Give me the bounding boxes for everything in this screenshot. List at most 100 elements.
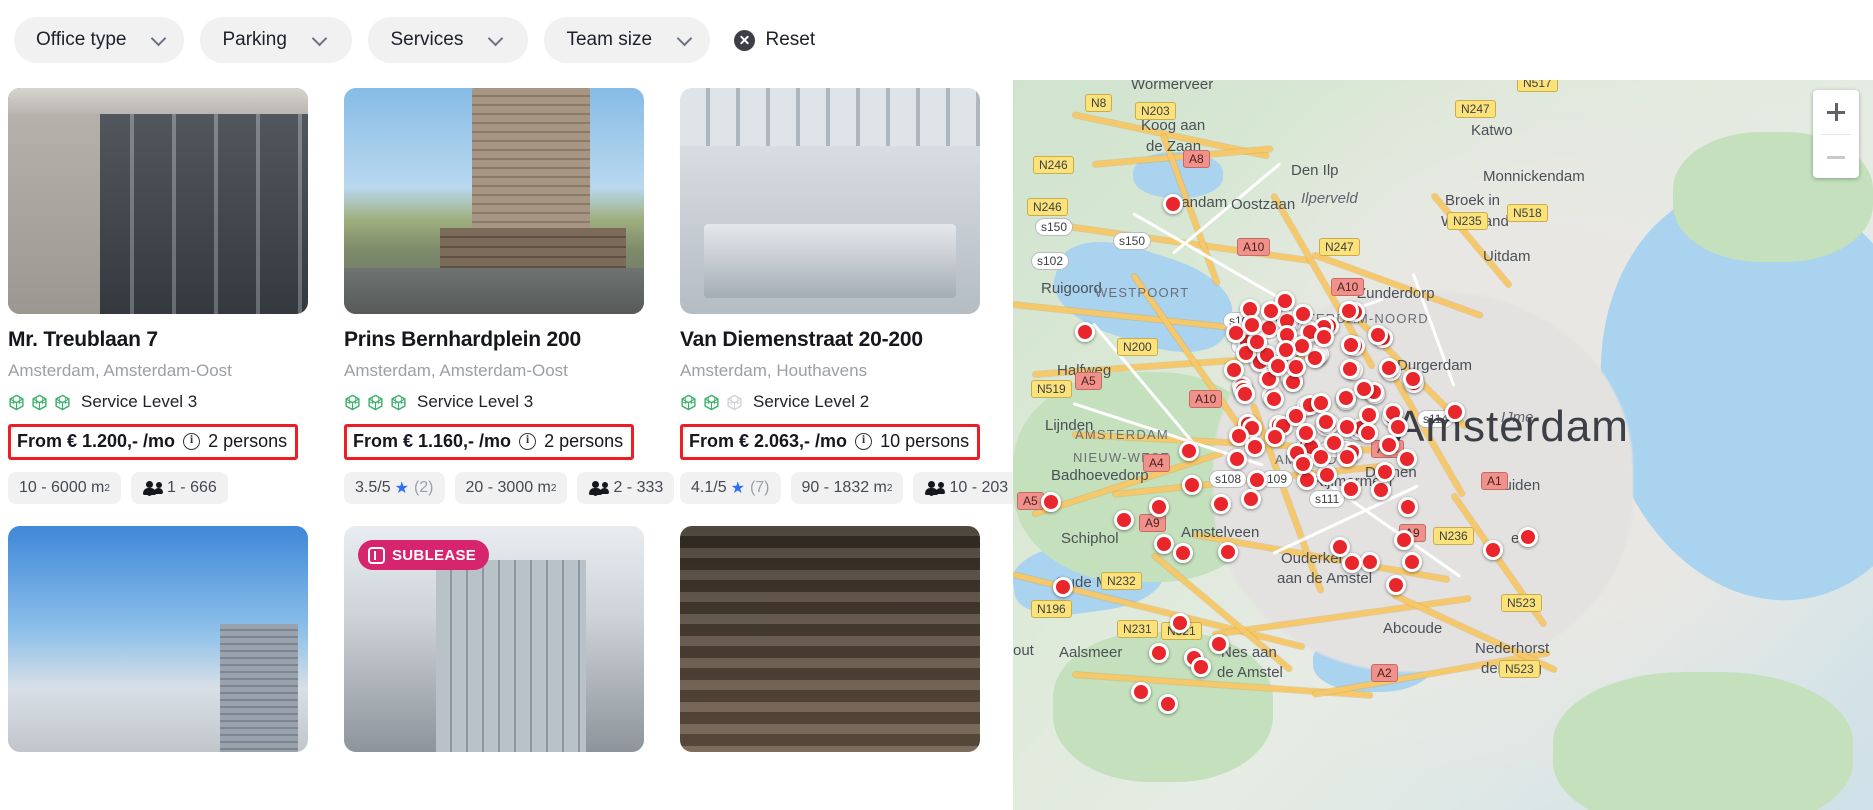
filter-team-size-label: Team size bbox=[566, 29, 653, 50]
service-level-row: Service Level 3 bbox=[344, 392, 644, 412]
map-marker[interactable] bbox=[1149, 496, 1170, 517]
map-marker[interactable] bbox=[1242, 315, 1263, 336]
map-place-label: out bbox=[1013, 642, 1034, 659]
area-chip: 20 - 3000 m2 bbox=[454, 472, 568, 504]
map-zoom-out-button[interactable] bbox=[1813, 135, 1859, 179]
map-marker[interactable] bbox=[1075, 322, 1095, 342]
map-marker[interactable] bbox=[1240, 488, 1261, 509]
map-marker[interactable] bbox=[1311, 392, 1332, 413]
listing-photo[interactable] bbox=[680, 88, 980, 314]
map-road-shield: N200 bbox=[1117, 338, 1158, 356]
map-marker[interactable] bbox=[1261, 300, 1282, 321]
listing-title[interactable]: Van Diemenstraat 20-200 bbox=[680, 328, 980, 352]
filter-office-type[interactable]: Office type bbox=[14, 17, 185, 63]
map-marker[interactable] bbox=[1385, 575, 1406, 596]
map-marker[interactable] bbox=[1341, 553, 1362, 574]
capacity-chip: 10 - 203 bbox=[913, 472, 1013, 504]
map-marker[interactable] bbox=[1245, 436, 1266, 457]
map-marker[interactable] bbox=[1358, 422, 1379, 443]
map-marker[interactable] bbox=[1209, 633, 1230, 654]
map-marker[interactable] bbox=[1292, 303, 1313, 324]
photo-detail bbox=[344, 268, 644, 314]
map-marker[interactable] bbox=[1401, 552, 1422, 573]
map-marker[interactable] bbox=[1339, 300, 1359, 321]
listing-card[interactable]: Mr. Treublaan 7 Amsterdam, Amsterdam-Oost… bbox=[8, 88, 308, 504]
map-road-shield: N196 bbox=[1031, 600, 1072, 618]
map-marker[interactable] bbox=[1358, 404, 1379, 425]
info-icon[interactable] bbox=[519, 432, 537, 450]
map-place-label: Ruigoord bbox=[1041, 280, 1102, 297]
people-icon bbox=[924, 481, 946, 495]
map-marker[interactable] bbox=[1211, 493, 1232, 514]
map-marker[interactable] bbox=[1041, 492, 1061, 512]
map-place-label: Badhoevedorp bbox=[1051, 467, 1149, 484]
map-marker[interactable] bbox=[1335, 387, 1356, 408]
map-road-shield: N247 bbox=[1319, 238, 1360, 256]
filter-parking[interactable]: Parking bbox=[200, 17, 353, 63]
filter-bar: Office type Parking Services Team size R… bbox=[0, 0, 1873, 80]
map-road-shield: s102 bbox=[1031, 252, 1070, 270]
listing-price: From € 1.200,- /mo bbox=[17, 431, 176, 451]
map-marker[interactable] bbox=[1178, 440, 1199, 461]
info-icon[interactable] bbox=[183, 432, 201, 450]
rating-chip: 3.5/5 ★ (2) bbox=[344, 472, 445, 504]
map-marker[interactable] bbox=[1339, 359, 1360, 380]
map-road-shield: N247 bbox=[1455, 100, 1496, 118]
map-marker[interactable] bbox=[1341, 479, 1362, 499]
map-marker[interactable] bbox=[1234, 383, 1255, 404]
map-marker[interactable] bbox=[1247, 469, 1268, 490]
listing-title[interactable]: Prins Bernhardplein 200 bbox=[344, 328, 644, 352]
map-marker[interactable] bbox=[1445, 402, 1465, 422]
map-marker[interactable] bbox=[1360, 551, 1381, 572]
map-marker[interactable] bbox=[1374, 461, 1395, 482]
map-marker[interactable] bbox=[1158, 694, 1178, 714]
reset-filters-button[interactable]: Reset bbox=[734, 29, 815, 51]
map-marker[interactable] bbox=[1324, 432, 1345, 453]
listing-photo[interactable]: SUBLEASE bbox=[344, 526, 644, 752]
listing-photo[interactable] bbox=[8, 526, 308, 752]
map-marker[interactable] bbox=[1292, 453, 1313, 474]
map-marker[interactable] bbox=[1518, 527, 1538, 547]
map-marker[interactable] bbox=[1191, 657, 1211, 677]
map-marker[interactable] bbox=[1483, 540, 1503, 560]
service-level-label: Service Level 3 bbox=[81, 392, 198, 411]
map-panel[interactable]: Wormerveer Koog aan de Zaan Den Ilp Monnicke… bbox=[1013, 72, 1873, 810]
listing-card[interactable] bbox=[8, 526, 308, 752]
map-marker[interactable] bbox=[1131, 682, 1151, 702]
map-marker[interactable] bbox=[1264, 388, 1285, 409]
map-marker[interactable] bbox=[1163, 194, 1183, 214]
listing-photo[interactable] bbox=[8, 88, 308, 314]
map-zoom-in-button[interactable] bbox=[1813, 90, 1859, 134]
listing-card[interactable] bbox=[680, 526, 980, 752]
filter-team-size[interactable]: Team size bbox=[544, 17, 711, 63]
listing-card[interactable]: Prins Bernhardplein 200 Amsterdam, Amster… bbox=[344, 88, 675, 504]
info-icon[interactable] bbox=[855, 432, 873, 450]
results-panel[interactable]: Mr. Treublaan 7 Amsterdam, Amsterdam-Oost… bbox=[0, 66, 1013, 810]
map-marker[interactable] bbox=[1315, 412, 1336, 433]
office-search-page: Office type Parking Services Team size R… bbox=[0, 0, 1873, 810]
map-marker[interactable] bbox=[1403, 368, 1424, 389]
map-marker[interactable] bbox=[1393, 530, 1414, 551]
map-marker[interactable] bbox=[1336, 416, 1357, 437]
map-marker[interactable] bbox=[1378, 357, 1399, 378]
map-place-label: de Amstel bbox=[1217, 664, 1283, 681]
listing-card[interactable]: Van Diemenstraat 20-200 Amsterdam, Houtha… bbox=[680, 88, 1013, 504]
map-marker[interactable] bbox=[1316, 465, 1337, 486]
listing-photo[interactable] bbox=[680, 526, 980, 752]
listing-location: Amsterdam, Amsterdam-Oost bbox=[344, 361, 568, 380]
filter-services[interactable]: Services bbox=[368, 17, 529, 63]
map-marker[interactable] bbox=[1398, 497, 1418, 517]
area-unit-exponent: 2 bbox=[550, 482, 557, 494]
map-marker[interactable] bbox=[1268, 355, 1289, 376]
listing-title[interactable]: Mr. Treublaan 7 bbox=[8, 328, 308, 352]
map-marker[interactable] bbox=[1296, 422, 1317, 443]
map-road-shield: A10 bbox=[1237, 238, 1271, 256]
map-marker[interactable] bbox=[1218, 542, 1238, 562]
map-marker[interactable] bbox=[1053, 577, 1073, 597]
map-marker[interactable] bbox=[1396, 449, 1417, 470]
rating-value: 3.5/5 bbox=[355, 479, 391, 496]
map-marker[interactable] bbox=[1329, 537, 1350, 558]
listing-photo[interactable] bbox=[344, 88, 644, 314]
listing-card[interactable]: SUBLEASE bbox=[344, 526, 644, 752]
map-marker[interactable] bbox=[1113, 510, 1134, 531]
